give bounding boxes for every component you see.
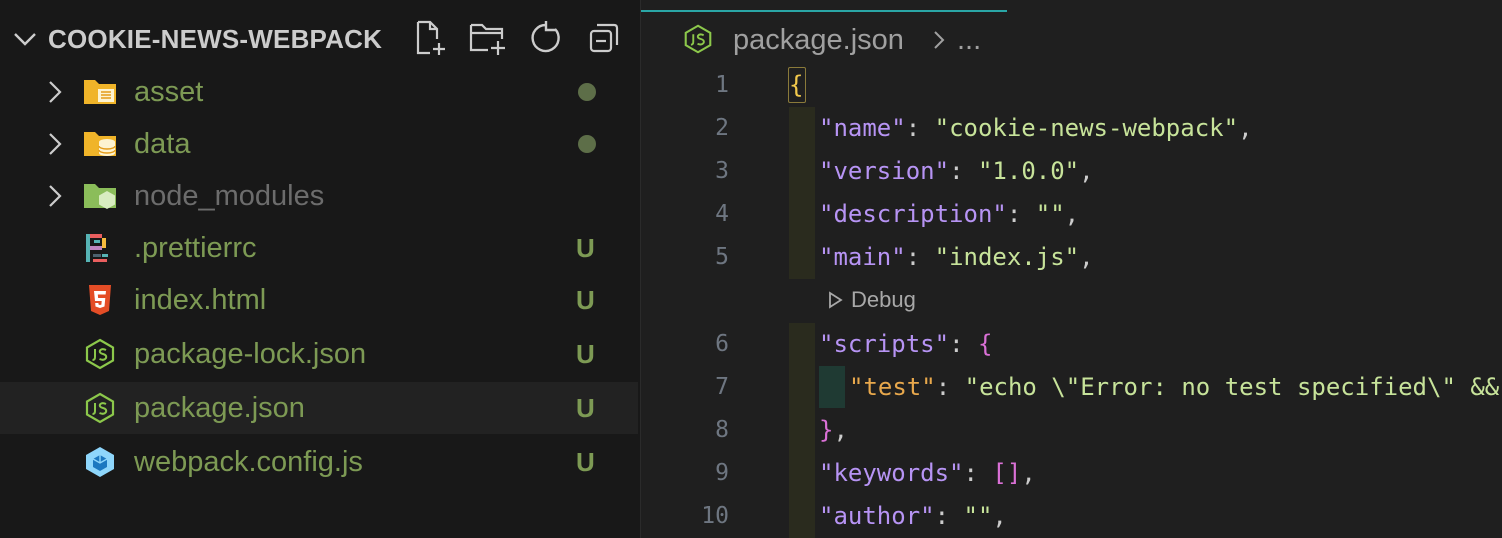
nodejs-icon: [85, 392, 115, 424]
chevron-right-icon: [49, 81, 62, 103]
editor-pane: package.json ... 1 { 2 "name": "cookie-n…: [640, 0, 1502, 538]
new-file-button[interactable]: [410, 18, 450, 58]
json-value: index.js: [949, 243, 1065, 271]
collapse-all-button[interactable]: [584, 18, 624, 58]
chevron-right-icon: [49, 185, 62, 207]
tree-item-label: data: [134, 128, 191, 160]
code-text: "main": "index.js",: [819, 243, 1094, 271]
code-text: },: [819, 416, 848, 444]
new-folder-button[interactable]: [468, 18, 508, 58]
refresh-button[interactable]: [526, 18, 566, 58]
line-number: 8: [715, 417, 729, 443]
tree-item-package-lock-json[interactable]: package-lock.json U: [0, 328, 638, 380]
collapse-all-icon: [589, 23, 619, 53]
tree-item-prettierrc[interactable]: .prettierrc U: [0, 222, 638, 274]
workspace-root-title[interactable]: COOKIE-NEWS-WEBPACK: [48, 22, 382, 56]
debug-label: Debug: [851, 287, 916, 312]
chevron-right-icon: [49, 133, 62, 155]
chevron-right-icon: [934, 31, 945, 49]
new-file-icon: [416, 20, 445, 55]
code-line[interactable]: 2 "name": "cookie-news-webpack",: [641, 107, 1502, 149]
modified-dot-icon: [578, 83, 596, 101]
vscode-window: COOKIE-NEWS-WEBPACK asset data node_modu…: [0, 0, 1502, 538]
line-number: 7: [715, 374, 729, 400]
code-text: "name": "cookie-news-webpack",: [819, 114, 1253, 142]
code-line[interactable]: 5 "main": "index.js",: [641, 236, 1502, 278]
modified-dot-icon: [578, 135, 596, 153]
untracked-badge: U: [576, 339, 595, 369]
tree-item-data[interactable]: data: [0, 118, 638, 170]
code-line[interactable]: 9 "keywords": [],: [641, 452, 1502, 494]
code-line[interactable]: 10 "author": "",: [641, 495, 1502, 537]
tree-item-label: webpack.config.js: [134, 446, 363, 478]
prettier-icon: [86, 234, 108, 262]
line-number: 1: [715, 72, 729, 98]
play-outline-icon: [829, 291, 843, 309]
code-line[interactable]: 1 {: [641, 64, 1502, 106]
line-number: 5: [715, 244, 729, 270]
code-line[interactable]: 7 "test": "echo \"Error: no test specifi…: [641, 366, 1502, 408]
line-number: 2: [715, 115, 729, 141]
json-key: keywords: [833, 459, 950, 487]
code-line[interactable]: 4 "description": "",: [641, 193, 1502, 235]
debug-code-lens[interactable]: Debug: [825, 284, 916, 316]
json-value: cookie-news-webpack: [949, 114, 1224, 142]
line-number: 6: [715, 331, 729, 357]
code-line[interactable]: 6 "scripts": {: [641, 323, 1502, 365]
html5-icon: [89, 285, 111, 315]
folder-asset-icon: [84, 80, 116, 104]
tree-item-index-html[interactable]: index.html U: [0, 274, 638, 326]
untracked-badge: U: [576, 285, 595, 315]
breadcrumb-file[interactable]: package.json: [733, 20, 904, 60]
code-line[interactable]: 3 "version": "1.0.0",: [641, 150, 1502, 192]
folder-node-icon: [84, 184, 116, 209]
code-text: {: [789, 71, 804, 99]
nodejs-icon: [85, 338, 115, 370]
refresh-icon: [531, 21, 560, 53]
folder-data-icon: [84, 132, 116, 156]
code-text: "version": "1.0.0",: [819, 157, 1094, 185]
tree-item-webpack-config-js[interactable]: webpack.config.js U: [0, 436, 638, 488]
code-text: "keywords": [],: [819, 459, 1036, 487]
chevron-down-icon[interactable]: [10, 24, 40, 54]
tree-item-label: asset: [134, 76, 204, 108]
tree-item-label: index.html: [134, 284, 267, 316]
line-number: 4: [715, 201, 729, 227]
untracked-badge: U: [576, 447, 595, 477]
active-tab-indicator: [641, 10, 1007, 12]
json-key: main: [833, 243, 892, 271]
untracked-badge: U: [576, 233, 595, 263]
tree-item-package-json[interactable]: package.json U: [0, 382, 638, 434]
tree-item-node-modules[interactable]: node_modules: [0, 170, 638, 222]
json-value: echo \"Error: no test specified\" &&: [979, 373, 1500, 401]
code-text: "description": "",: [819, 200, 1080, 228]
line-number: 10: [701, 503, 729, 529]
json-key: description: [833, 200, 993, 228]
json-key: name: [833, 114, 892, 142]
tree-item-label: package.json: [134, 392, 305, 424]
json-key: version: [833, 157, 935, 185]
json-key: test: [863, 373, 922, 401]
untracked-badge: U: [576, 393, 595, 423]
json-key: author: [833, 502, 921, 530]
code-line[interactable]: 8 },: [641, 409, 1502, 451]
tree-item-label: .prettierrc: [134, 232, 257, 264]
breadcrumb-symbol[interactable]: ...: [957, 20, 981, 60]
line-number: 3: [715, 158, 729, 184]
json-value: 1.0.0: [992, 157, 1065, 185]
line-number: 9: [715, 460, 729, 486]
code-text: "test": "echo \"Error: no test specified…: [849, 373, 1500, 401]
code-text: "scripts": {: [819, 330, 993, 358]
webpack-icon: [86, 447, 114, 477]
tree-item-label: package-lock.json: [134, 338, 367, 370]
nodejs-icon[interactable]: [681, 22, 715, 56]
new-folder-icon: [469, 23, 505, 55]
tree-item-label: node_modules: [134, 180, 325, 212]
json-key: scripts: [833, 330, 935, 358]
explorer-sidebar: COOKIE-NEWS-WEBPACK asset data node_modu…: [0, 0, 638, 538]
code-text: "author": "",: [819, 502, 1007, 530]
tree-item-asset[interactable]: asset: [0, 66, 638, 118]
